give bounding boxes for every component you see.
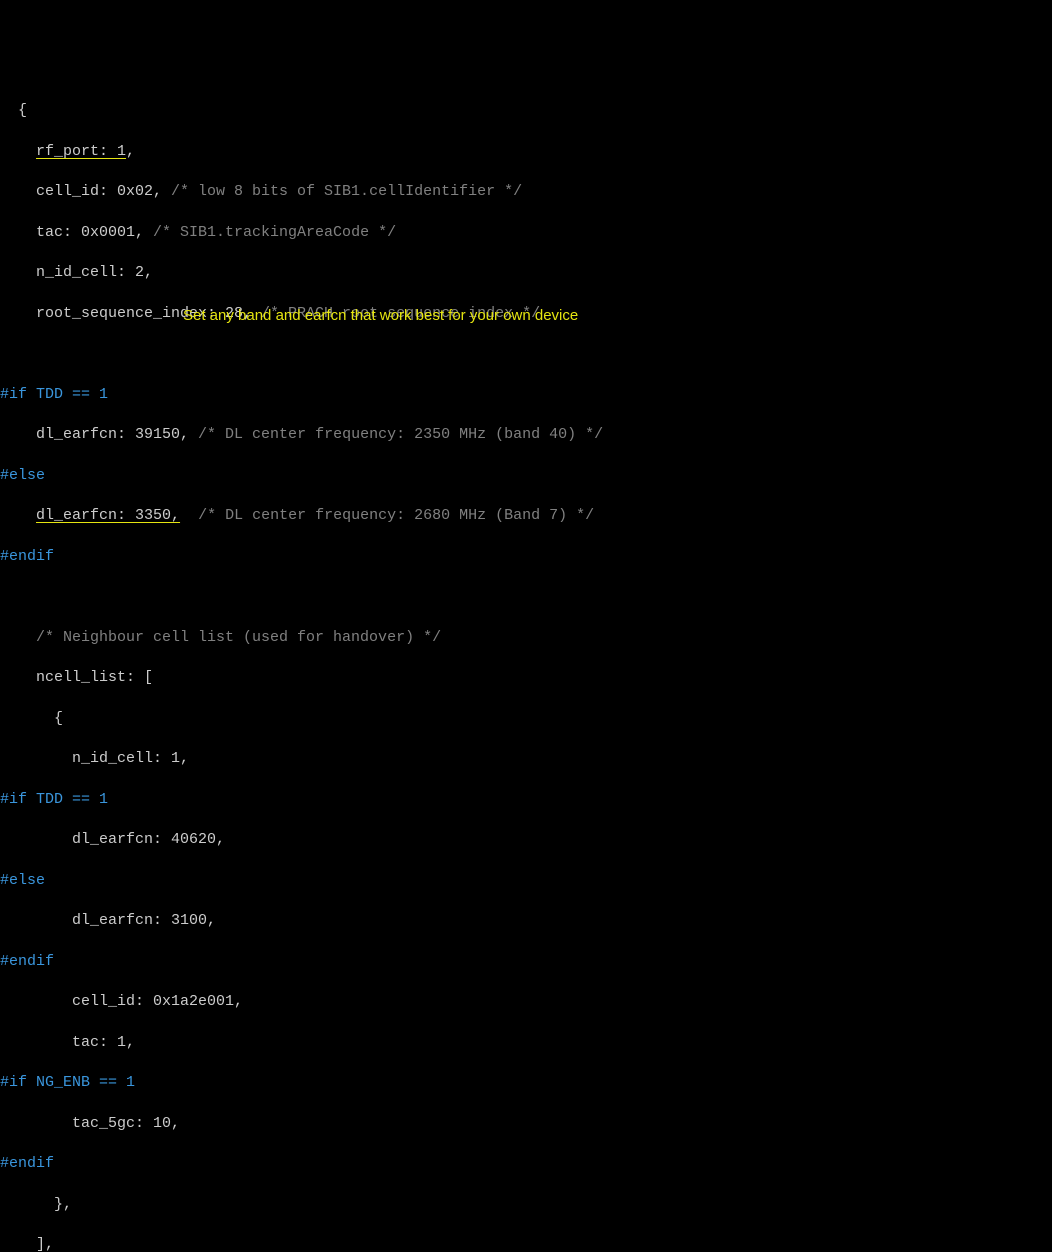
code-line-blank	[0, 344, 1052, 364]
code-comment: /* SIB1.trackingAreaCode */	[153, 224, 396, 241]
code-line: #if TDD == 1	[0, 790, 1052, 810]
code-line: tac: 1,	[0, 1033, 1052, 1053]
code-line: #if TDD == 1	[0, 385, 1052, 405]
code-line: #endif	[0, 547, 1052, 567]
code-line: /* Neighbour cell list (used for handove…	[0, 628, 1052, 648]
code-line: #if NG_ENB == 1	[0, 1073, 1052, 1093]
code-line: {	[0, 101, 1052, 121]
code-line: #else	[0, 871, 1052, 891]
annotation-text: Set any band and earfcn that work best f…	[183, 306, 578, 326]
code-line: tac: 0x0001, /* SIB1.trackingAreaCode */	[0, 223, 1052, 243]
preprocessor-if: #if NG_ENB == 1	[0, 1074, 135, 1091]
preprocessor-if: #if TDD == 1	[0, 386, 108, 403]
preprocessor-if: #if TDD == 1	[0, 791, 108, 808]
code-line: #endif	[0, 1154, 1052, 1174]
code-comment: /* low 8 bits of SIB1.cellIdentifier */	[171, 183, 522, 200]
code-comment: /* Neighbour cell list (used for handove…	[0, 629, 441, 646]
code-line: {	[0, 709, 1052, 729]
preprocessor-else: #else	[0, 872, 45, 889]
preprocessor-endif: #endif	[0, 1155, 54, 1172]
code-line: ncell_list: [	[0, 668, 1052, 688]
highlighted-config-rf-port: rf_port: 1	[36, 143, 126, 160]
code-line: n_id_cell: 2,	[0, 263, 1052, 283]
preprocessor-endif: #endif	[0, 953, 54, 970]
code-line: #endif	[0, 952, 1052, 972]
code-line: cell_id: 0x1a2e001,	[0, 992, 1052, 1012]
code-line: tac_5gc: 10,	[0, 1114, 1052, 1134]
code-line-blank	[0, 587, 1052, 607]
preprocessor-endif: #endif	[0, 548, 54, 565]
preprocessor-else: #else	[0, 467, 45, 484]
code-line: dl_earfcn: 39150, /* DL center frequency…	[0, 425, 1052, 445]
code-line: },	[0, 1195, 1052, 1215]
code-line: #else	[0, 466, 1052, 486]
code-line: ],	[0, 1235, 1052, 1252]
code-line: dl_earfcn: 3100,	[0, 911, 1052, 931]
code-line: cell_id: 0x02, /* low 8 bits of SIB1.cel…	[0, 182, 1052, 202]
code-line: n_id_cell: 1,	[0, 749, 1052, 769]
code-editor-view: { rf_port: 1, cell_id: 0x02, /* low 8 bi…	[0, 81, 1052, 1252]
code-line: rf_port: 1,	[0, 142, 1052, 162]
code-comment: /* DL center frequency: 2350 MHz (band 4…	[198, 426, 603, 443]
code-line: dl_earfcn: 3350, /* DL center frequency:…	[0, 506, 1052, 526]
code-line: dl_earfcn: 40620,	[0, 830, 1052, 850]
code-comment: /* DL center frequency: 2680 MHz (Band 7…	[198, 507, 594, 524]
highlighted-config-dl-earfcn: dl_earfcn: 3350,	[36, 507, 180, 524]
